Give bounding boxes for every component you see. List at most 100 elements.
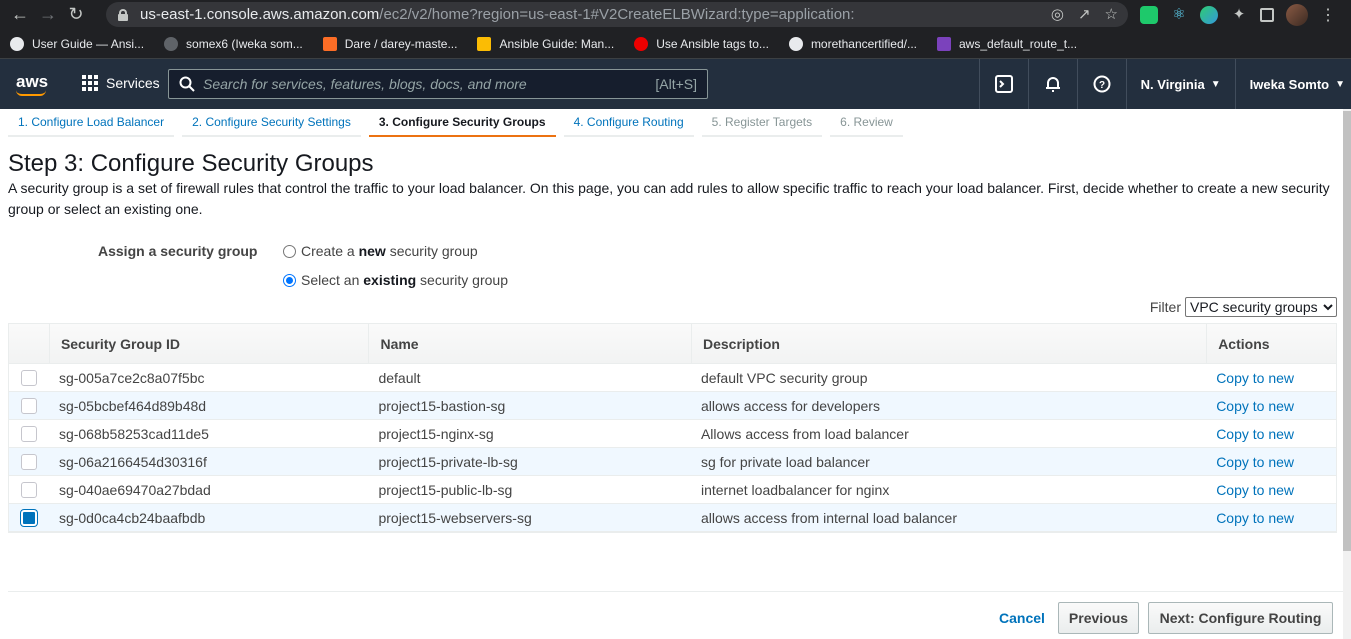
table-row[interactable]: sg-0d0ca4cb24baafbdb project15-webservers… xyxy=(9,504,1336,532)
radio-create-new[interactable]: Create a new security group xyxy=(283,243,478,259)
account-menu[interactable]: Iweka Somto ▼ xyxy=(1234,59,1351,109)
security-group-id: sg-0d0ca4cb24baafbdb xyxy=(58,510,206,526)
aws-smile-icon xyxy=(16,90,46,96)
row-checkbox[interactable] xyxy=(20,370,37,386)
row-select-cell xyxy=(9,420,49,448)
redhat-icon xyxy=(634,36,649,51)
copy-to-new-link[interactable]: Copy to new xyxy=(1206,364,1336,392)
search-input[interactable] xyxy=(203,76,643,92)
security-group-id: sg-040ae69470a27bdad xyxy=(58,482,211,498)
page-title: Step 3: Configure Security Groups xyxy=(8,150,374,177)
security-group-name: project15-private-lb-sg xyxy=(378,454,518,470)
column-header-description[interactable]: Description xyxy=(690,324,1206,364)
copy-to-new-link[interactable]: Copy to new xyxy=(1206,504,1336,532)
radio-select-existing[interactable]: Select an existing security group xyxy=(283,272,508,288)
row-select-cell xyxy=(9,448,49,476)
bell-icon[interactable] xyxy=(1027,59,1077,109)
tab-register-targets: 5. Register Targets xyxy=(701,109,823,137)
next-configure-routing-button[interactable]: Next: Configure Routing xyxy=(1148,602,1333,634)
gitlab-icon xyxy=(322,36,337,51)
star-icon[interactable]: ☆ xyxy=(1105,5,1118,23)
eye-off-icon[interactable]: ◎ xyxy=(1051,5,1064,23)
reload-icon[interactable]: ↻ xyxy=(62,0,90,29)
bookmark-item[interactable]: aws_default_route_t... xyxy=(937,36,1077,51)
kebab-menu-icon[interactable]: ⋮ xyxy=(1320,5,1336,25)
security-group-name: project15-webservers-sg xyxy=(378,510,532,526)
grid-icon xyxy=(82,75,98,91)
filter-label: Filter xyxy=(1149,299,1181,315)
cloudshell-icon[interactable] xyxy=(978,59,1028,109)
scrollbar-thumb[interactable] xyxy=(1343,111,1351,551)
svg-text:?: ? xyxy=(1099,80,1105,91)
page-scrollbar[interactable] xyxy=(1343,109,1351,639)
cancel-button[interactable]: Cancel xyxy=(999,610,1045,626)
github-icon xyxy=(164,36,179,51)
tab-configure-load-balancer[interactable]: 1. Configure Load Balancer xyxy=(8,109,175,137)
sidepanel-icon[interactable] xyxy=(1260,8,1274,22)
tab-configure-routing[interactable]: 4. Configure Routing xyxy=(563,109,694,137)
bookmark-item[interactable]: morethancertified/... xyxy=(788,36,917,51)
copy-to-new-link[interactable]: Copy to new xyxy=(1206,448,1336,476)
security-group-name: default xyxy=(378,370,421,386)
radio-select-existing-input[interactable] xyxy=(283,273,296,287)
services-menu-button[interactable]: Services xyxy=(82,75,160,91)
react-devtools-icon[interactable]: ⚛ xyxy=(1170,6,1188,24)
footer-divider xyxy=(8,591,1343,592)
wizard-steps: 1. Configure Load Balancer 2. Configure … xyxy=(8,109,911,137)
extension-color-icon[interactable] xyxy=(1200,6,1218,24)
puzzle-icon[interactable]: ✦ xyxy=(1230,6,1248,24)
select-column-header xyxy=(9,324,49,364)
address-bar[interactable]: us-east-1.console.aws.amazon.com/ec2/v2/… xyxy=(106,2,1128,27)
security-group-name: project15-bastion-sg xyxy=(378,398,506,414)
console-search[interactable]: [Alt+S] xyxy=(168,69,708,99)
extension-green-icon[interactable] xyxy=(1140,6,1158,24)
caret-down-icon: ▼ xyxy=(1210,78,1221,90)
row-checkbox[interactable] xyxy=(20,510,37,526)
bookmark-item[interactable]: User Guide — Ansi... xyxy=(10,36,144,51)
aws-logo[interactable]: aws xyxy=(16,72,48,92)
table-row[interactable]: sg-040ae69470a27bdad project15-public-lb-… xyxy=(9,476,1336,504)
help-icon[interactable]: ? xyxy=(1076,59,1126,109)
security-group-description: internet loadbalancer for nginx xyxy=(700,482,890,498)
profile-avatar[interactable] xyxy=(1286,4,1308,26)
table-row[interactable]: sg-06a2166454d30316f project15-private-lb… xyxy=(9,448,1336,476)
table-row[interactable]: sg-05bcbef464d89b48d project15-bastion-sg… xyxy=(9,392,1336,420)
security-group-description: sg for private load balancer xyxy=(700,454,870,470)
back-icon[interactable]: ← xyxy=(6,0,34,29)
bookmark-item[interactable]: Ansible Guide: Man... xyxy=(477,36,614,51)
tab-configure-security-groups[interactable]: 3. Configure Security Groups xyxy=(368,109,556,137)
column-header-name[interactable]: Name xyxy=(368,324,691,364)
bookmark-item[interactable]: Dare / darey-maste... xyxy=(322,36,457,51)
bookmark-item[interactable]: somex6 (Iweka som... xyxy=(164,36,303,51)
security-group-name: project15-public-lb-sg xyxy=(378,482,513,498)
copy-to-new-link[interactable]: Copy to new xyxy=(1206,420,1336,448)
bookmark-item[interactable]: Use Ansible tags to... xyxy=(634,36,769,51)
copy-to-new-link[interactable]: Copy to new xyxy=(1206,392,1336,420)
copy-to-new-link[interactable]: Copy to new xyxy=(1206,476,1336,504)
row-checkbox[interactable] xyxy=(20,426,37,442)
table-row[interactable]: sg-068b58253cad11de5 project15-nginx-sg Al… xyxy=(9,420,1336,448)
filter-control: Filter VPC security groups xyxy=(1150,297,1337,317)
terraform-icon xyxy=(937,36,951,51)
row-checkbox[interactable] xyxy=(20,482,37,498)
security-group-description: default VPC security group xyxy=(700,370,868,386)
tab-review: 6. Review xyxy=(830,109,903,137)
globe-icon xyxy=(10,36,24,51)
table-row[interactable]: sg-005a7ce2c8a07f5bc default default VPC s… xyxy=(9,364,1336,392)
region-selector[interactable]: N. Virginia ▼ xyxy=(1125,59,1235,109)
filter-select[interactable]: VPC security groups xyxy=(1185,297,1337,317)
table-header: Security Group ID Name Description Actio… xyxy=(9,324,1336,364)
row-select-cell xyxy=(9,476,49,504)
radio-create-new-input[interactable] xyxy=(283,244,296,258)
row-checkbox[interactable] xyxy=(20,454,37,470)
share-icon[interactable]: ↗ xyxy=(1078,5,1091,23)
tab-configure-security-settings[interactable]: 2. Configure Security Settings xyxy=(182,109,361,137)
row-checkbox[interactable] xyxy=(20,398,37,414)
forward-icon[interactable]: → xyxy=(34,0,62,29)
security-group-id: sg-06a2166454d30316f xyxy=(58,454,207,470)
previous-button[interactable]: Previous xyxy=(1058,602,1139,634)
lock-icon xyxy=(118,8,128,21)
aws-console-nav: aws Services [Alt+S] ? N. Virginia▼ Iwek… xyxy=(0,59,1351,109)
column-header-id[interactable]: Security Group ID xyxy=(48,324,369,364)
bookmarks-bar: User Guide — Ansi... somex6 (Iweka som..… xyxy=(0,29,1351,59)
